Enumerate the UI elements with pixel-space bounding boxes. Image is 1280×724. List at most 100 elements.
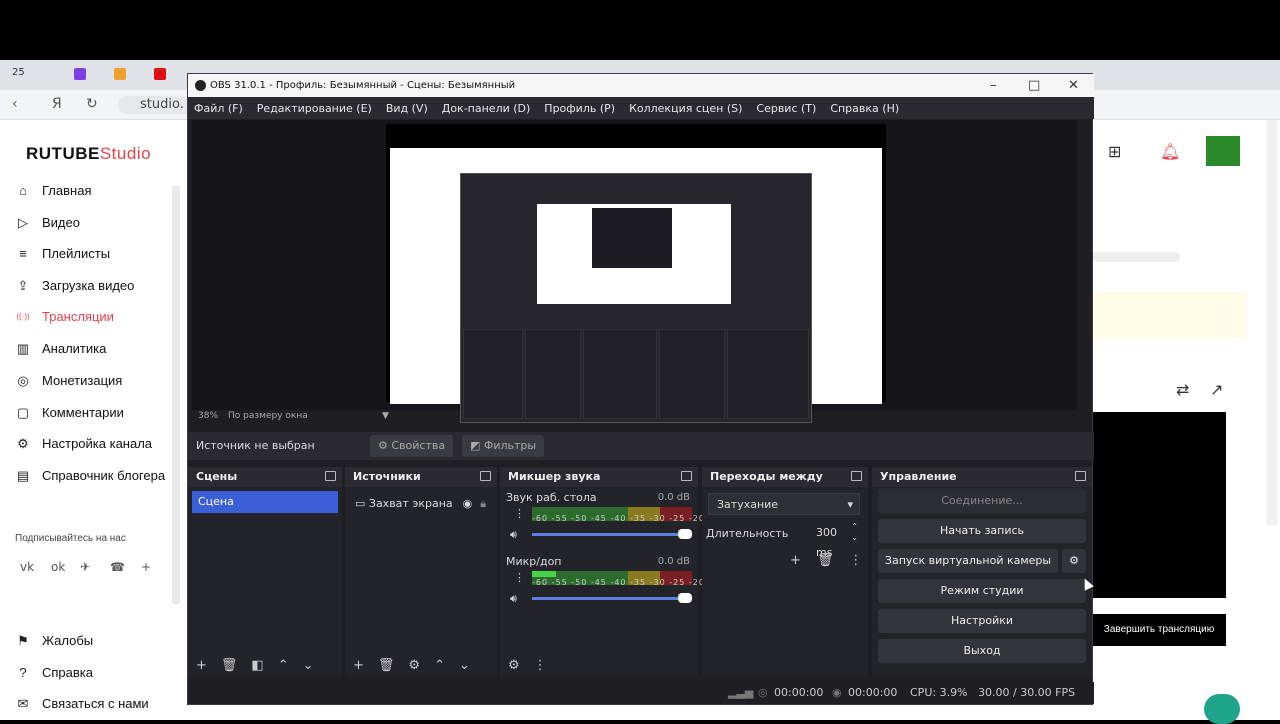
eye-icon[interactable]: ◉ xyxy=(463,497,473,510)
add-icon[interactable]: + xyxy=(196,658,207,673)
add-icon[interactable]: + xyxy=(790,553,801,568)
telegram-icon[interactable]: ✈ xyxy=(80,560,90,574)
sidebar-item-8[interactable]: ⚙ Настройка канала xyxy=(16,436,152,451)
volume-slider[interactable] xyxy=(532,529,692,539)
channel-name: Звук раб. стола xyxy=(506,491,597,504)
spin-arrows-icon[interactable]: ⌃ ⌄ xyxy=(851,521,858,543)
studio-mode-button[interactable]: Режим студии xyxy=(878,579,1086,603)
sidebar-item-label: Справочник блогера xyxy=(42,468,166,483)
source-item[interactable]: ▭ Захват экрана ◉ 🔒︎ xyxy=(355,497,486,511)
rutube-logo[interactable]: RUTUBEStudio xyxy=(26,144,151,164)
trash-icon[interactable]: 🗑︎ xyxy=(378,658,395,673)
minimize-icon[interactable]: – xyxy=(990,74,997,97)
back-icon[interactable]: ‹ xyxy=(12,96,18,112)
transition-select[interactable]: Затухание ▾ xyxy=(708,493,860,515)
scenes-toolbar: + 🗑︎ ◧ ⌃ ⌄ xyxy=(196,658,314,673)
reload-icon[interactable]: ↻ xyxy=(86,96,98,112)
undock-icon[interactable] xyxy=(681,471,692,481)
ok-icon[interactable]: ok xyxy=(51,560,65,574)
yandex-icon[interactable]: Я xyxy=(52,96,62,112)
dock-header: Сцены xyxy=(188,467,342,487)
sidebar-item-0[interactable]: ⌂ Главная xyxy=(16,183,91,198)
speaker-icon[interactable]: 🔊︎ xyxy=(510,528,517,542)
end-broadcast-button[interactable]: Завершить трансляцию xyxy=(1092,614,1226,646)
obs-menu-item-3[interactable]: Док-панели (D) xyxy=(442,102,531,115)
plus-icon[interactable]: + xyxy=(141,560,151,574)
sidebar-item-4[interactable]: ((·)) Трансляции xyxy=(16,309,114,324)
sidebar-item-3[interactable]: ⇪ Загрузка видео xyxy=(16,278,135,293)
kebab-menu-icon[interactable]: ⋮ xyxy=(534,658,547,673)
bell-icon[interactable]: 🔔︎ xyxy=(1160,142,1180,161)
sidebar-item-5[interactable]: ▥ Аналитика xyxy=(16,341,107,356)
subscribe-label: Подписывайтесь на нас xyxy=(15,533,126,544)
kebab-menu-icon[interactable]: ⋮ xyxy=(849,553,862,568)
share-icon[interactable]: ⇄ xyxy=(1176,380,1189,399)
undock-icon[interactable] xyxy=(1075,471,1086,481)
start-recording-button[interactable]: Начать запись xyxy=(878,519,1086,543)
duration-label: Длительность xyxy=(706,527,789,540)
obs-menu-item-0[interactable]: Файл (F) xyxy=(194,102,243,115)
volume-slider[interactable] xyxy=(532,593,692,603)
filters-button[interactable]: ◩ Фильтры xyxy=(462,435,545,457)
kebab-menu-icon[interactable]: ⋮ xyxy=(514,507,525,520)
sidebar-bottom-item-0[interactable]: ⚑ Жалобы xyxy=(16,633,93,648)
tab-favicon[interactable] xyxy=(154,68,166,80)
obs-preview[interactable] xyxy=(192,120,1077,423)
trash-icon[interactable]: 🗑︎ xyxy=(221,658,238,673)
connect-button[interactable]: Соединение... xyxy=(878,489,1086,513)
trash-icon[interactable]: 🗑︎ xyxy=(817,553,834,568)
gear-icon[interactable]: ⚙ xyxy=(408,658,420,673)
external-link-icon[interactable]: ↗ xyxy=(1210,380,1223,399)
preview-nested-obs-2 xyxy=(592,208,672,268)
tab-count-badge[interactable]: 25 xyxy=(12,67,25,78)
arrow-up-icon[interactable]: ⌃ xyxy=(434,658,445,673)
filter-icon[interactable]: ◧ xyxy=(251,658,263,673)
undock-icon[interactable] xyxy=(325,471,336,481)
slider-knob[interactable] xyxy=(678,529,692,539)
gear-icon: ⚙ xyxy=(378,439,392,452)
gear-icon[interactable]: ⚙ xyxy=(508,658,520,673)
tab-favicon[interactable] xyxy=(74,68,86,80)
speaker-icon[interactable]: 🔊︎ xyxy=(510,592,517,606)
properties-button[interactable]: ⚙ Свойства xyxy=(370,435,454,457)
start-virtual-camera-button[interactable]: Запуск виртуальной камеры xyxy=(878,549,1058,573)
scene-item[interactable]: Сцена xyxy=(192,491,338,513)
obs-menu-item-7[interactable]: Справка (H) xyxy=(830,102,899,115)
undock-icon[interactable] xyxy=(851,471,862,481)
tab-favicon[interactable] xyxy=(114,68,126,80)
page-scrollbar[interactable] xyxy=(1266,120,1278,525)
close-icon[interactable]: ✕ xyxy=(1068,74,1079,97)
sidebar-item-9[interactable]: ▤ Справочник блогера xyxy=(16,468,165,483)
lock-icon[interactable]: 🔒︎ xyxy=(480,497,486,510)
add-video-icon[interactable]: ⊞ xyxy=(1108,142,1121,161)
slider-knob[interactable] xyxy=(678,593,692,603)
virtual-camera-settings-button[interactable]: ⚙ xyxy=(1062,549,1086,573)
sidebar-scrollbar[interactable] xyxy=(172,185,180,605)
obs-menu-item-6[interactable]: Сервис (T) xyxy=(756,102,816,115)
sidebar-item-6[interactable]: ◎ Монетизация xyxy=(16,373,122,388)
sidebar-item-7[interactable]: ▢ Комментарии xyxy=(16,405,124,420)
sidebar-item-2[interactable]: ≡ Плейлисты xyxy=(16,246,110,261)
sidebar-bottom-item-2[interactable]: ✉ Связаться с нами xyxy=(16,696,149,711)
duration-spinbox[interactable]: 300 ms ⌃ ⌄ xyxy=(792,522,858,559)
obs-menu-item-5[interactable]: Коллекция сцен (S) xyxy=(629,102,742,115)
zoom-mode-select[interactable]: По размеру окна xyxy=(228,411,308,421)
maximize-icon[interactable]: □ xyxy=(1028,74,1040,97)
sidebar-bottom-item-1[interactable]: ? Справка xyxy=(16,665,93,680)
obs-menu-item-1[interactable]: Редактирование (E) xyxy=(257,102,372,115)
viber-icon[interactable]: ☎ xyxy=(110,560,125,574)
obs-menu-item-2[interactable]: Вид (V) xyxy=(386,102,428,115)
obs-menu-item-4[interactable]: Профиль (P) xyxy=(544,102,615,115)
arrow-up-icon[interactable]: ⌃ xyxy=(278,658,289,673)
exit-button[interactable]: Выход xyxy=(878,639,1086,663)
kebab-menu-icon[interactable]: ⋮ xyxy=(514,571,525,584)
settings-button[interactable]: Настройки xyxy=(878,609,1086,633)
arrow-down-icon[interactable]: ⌄ xyxy=(459,658,470,673)
avatar[interactable] xyxy=(1206,136,1240,166)
sidebar-item-1[interactable]: ▷ Видео xyxy=(16,215,80,230)
chevron-down-icon[interactable]: ▼ xyxy=(382,411,389,421)
add-icon[interactable]: + xyxy=(353,658,364,673)
undock-icon[interactable] xyxy=(480,471,491,481)
arrow-down-icon[interactable]: ⌄ xyxy=(303,658,314,673)
vk-icon[interactable]: vk xyxy=(20,560,34,574)
